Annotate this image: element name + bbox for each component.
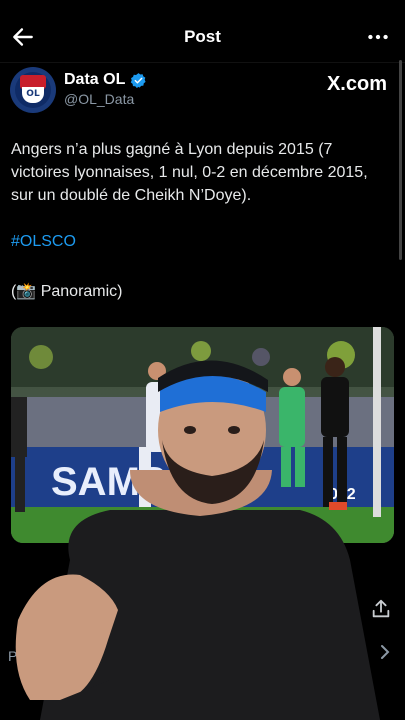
verified-badge-icon: [131, 72, 146, 88]
photo-credit: (📸 Panoramic): [11, 283, 123, 300]
more-options-icon[interactable]: [365, 24, 391, 50]
hashtag-link[interactable]: #OLSCO: [11, 233, 76, 251]
reply-hint: vot: [72, 709, 89, 720]
divider: [0, 62, 405, 63]
avatar[interactable]: OL: [10, 67, 56, 113]
post-author: OL Data OL @OL_Data X.com: [0, 64, 405, 122]
author-name[interactable]: Data OL: [64, 71, 125, 89]
source-watermark: X.com: [326, 73, 387, 95]
post-text: Angers n’a plus gagné à Lyon depuis 2015…: [11, 141, 368, 204]
share-icon[interactable]: [370, 598, 392, 620]
top-bar: Post: [0, 0, 405, 70]
scrollbar[interactable]: [399, 60, 402, 260]
post-image[interactable]: SAMS 012: [11, 327, 394, 543]
author-name-row[interactable]: Data OL: [64, 71, 147, 89]
next-post-peek: P: [8, 648, 18, 664]
author-handle: @OL_Data: [64, 91, 135, 107]
page-title: Post: [184, 27, 221, 46]
chevron-right-icon[interactable]: [377, 642, 393, 662]
football-photo: SAMS 012: [11, 327, 394, 543]
